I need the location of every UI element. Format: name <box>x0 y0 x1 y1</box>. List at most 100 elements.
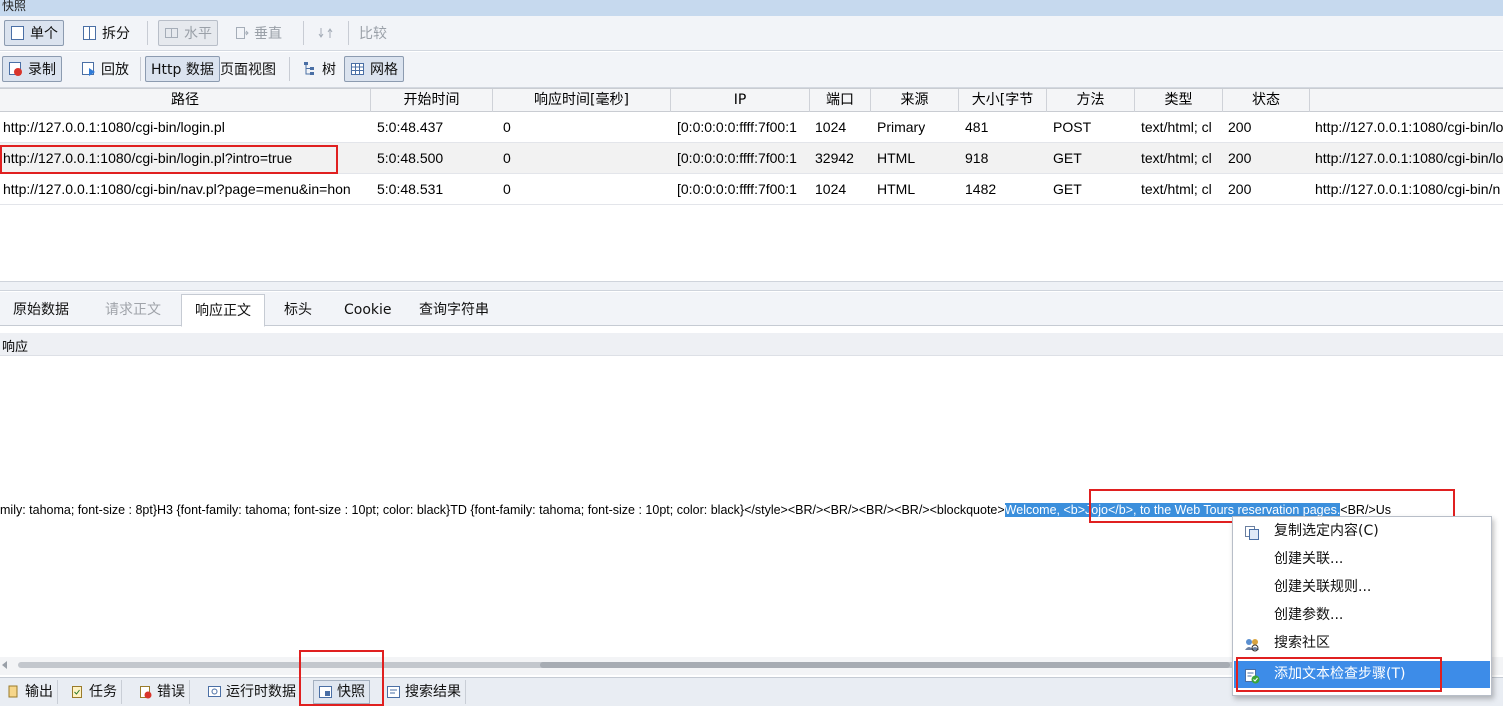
col-header-ip[interactable]: IP <box>671 89 810 112</box>
output-icon <box>6 684 21 700</box>
tab-headers[interactable]: 标头 <box>271 294 325 326</box>
cell-size: 481 <box>965 119 989 135</box>
cell-status: 200 <box>1228 150 1252 166</box>
cell-port: 32942 <box>815 150 854 166</box>
col-header-type[interactable]: 类型 <box>1135 89 1223 112</box>
single-pane-icon <box>10 25 25 41</box>
menu-item-create-correlation-rule[interactable]: 创建关联规则... <box>1234 574 1490 601</box>
cell-start-time: 5:0:48.437 <box>377 119 444 135</box>
bottom-tab-output[interactable]: 输出 <box>2 680 58 704</box>
tab-response-body[interactable]: 响应正文 <box>181 294 265 327</box>
split-view-button[interactable]: 拆分 <box>76 20 136 46</box>
col-header-method[interactable]: 方法 <box>1047 89 1135 112</box>
cell-referer: http://127.0.0.1:1080/cgi-bin/lo <box>1315 119 1503 135</box>
cell-type: text/html; cl <box>1141 150 1212 166</box>
scroll-left-arrow-icon[interactable] <box>2 661 7 669</box>
horizontal-label: 水平 <box>184 26 212 42</box>
cell-ip: [0:0:0:0:0:ffff:7f00:1 <box>677 119 797 135</box>
compare-icon-button[interactable] <box>312 20 339 46</box>
bottom-tab-errors[interactable]: 错误 <box>134 680 190 704</box>
response-section-label: 响应 <box>2 340 29 355</box>
menu-item-create-correlation[interactable]: 创建关联... <box>1234 546 1490 573</box>
horizontal-layout-icon <box>164 25 179 41</box>
col-header-response-time[interactable]: 响应时间[毫秒] <box>493 89 671 112</box>
tab-raw-data[interactable]: 原始数据 <box>0 294 82 326</box>
col-header-start-time[interactable]: 开始时间 <box>371 89 493 112</box>
bottom-tab-runtime-data-label: 运行时数据 <box>226 684 296 700</box>
window-title: 快照 <box>2 0 27 13</box>
bottom-tab-search-results-label: 搜索结果 <box>405 684 461 700</box>
http-data-button[interactable]: Http 数据 <box>145 56 220 82</box>
single-view-label: 单个 <box>30 26 58 42</box>
record-button[interactable]: 录制 <box>2 56 62 82</box>
menu-item-search-community-label: 搜索社区 <box>1274 635 1330 651</box>
cell-response-time: 0 <box>503 150 511 166</box>
single-view-button[interactable]: 单个 <box>4 20 64 46</box>
bottom-tab-tasks[interactable]: 任务 <box>66 680 122 704</box>
response-section-header: 响应 <box>0 333 1503 356</box>
tab-request-body[interactable]: 请求正文 <box>92 294 174 326</box>
bottom-tab-runtime-data[interactable]: 运行时数据 <box>203 680 301 704</box>
http-data-grid: 路径 开始时间 响应时间[毫秒] IP 端口 来源 大小[字节 方法 类型 状态… <box>0 88 1503 282</box>
vertical-layout-icon <box>234 25 249 41</box>
cell-port: 1024 <box>815 119 847 135</box>
splitter-grip-icon[interactable] <box>933 284 961 295</box>
col-header-source[interactable]: 来源 <box>871 89 959 112</box>
cell-port: 1024 <box>815 181 847 197</box>
annotation-box-snapshot-tab <box>299 650 384 706</box>
menu-item-search-community[interactable]: 搜索社区 <box>1234 630 1490 657</box>
col-header-referer[interactable] <box>1310 89 1503 112</box>
menu-item-create-parameter[interactable]: 创建参数... <box>1234 602 1490 629</box>
cell-type: text/html; cl <box>1141 181 1212 197</box>
tab-query-string[interactable]: 查询字符串 <box>406 294 502 326</box>
table-row[interactable]: http://127.0.0.1:1080/cgi-bin/login.pl 5… <box>0 112 1503 143</box>
bottom-tab-search-results[interactable]: 搜索结果 <box>382 680 466 704</box>
cell-method: GET <box>1053 150 1082 166</box>
cell-type: text/html; cl <box>1141 119 1212 135</box>
menu-item-create-parameter-label: 创建参数... <box>1274 607 1344 623</box>
cell-referer: http://127.0.0.1:1080/cgi-bin/lo <box>1315 150 1503 166</box>
page-view-button[interactable]: 页面视图 <box>214 56 282 82</box>
cell-size: 918 <box>965 150 989 166</box>
compare-button[interactable]: 比较 <box>353 20 393 46</box>
annotation-box-add-text-check <box>1236 657 1442 692</box>
record-label: 录制 <box>28 62 56 78</box>
replay-icon <box>81 61 96 77</box>
compare-arrows-icon <box>318 25 333 41</box>
menu-item-create-correlation-label: 创建关联... <box>1274 551 1344 567</box>
vertical-button[interactable]: 垂直 <box>228 20 288 46</box>
tree-label: 树 <box>322 62 336 78</box>
http-data-label: Http 数据 <box>151 62 214 78</box>
tasks-icon <box>70 684 85 700</box>
grid-header: 路径 开始时间 响应时间[毫秒] IP 端口 来源 大小[字节 方法 类型 状态 <box>0 88 1503 112</box>
bottom-tab-tasks-label: 任务 <box>89 684 117 700</box>
cell-source: HTML <box>877 150 916 166</box>
cell-status: 200 <box>1228 181 1252 197</box>
grid-label: 网格 <box>370 62 398 78</box>
pane-splitter[interactable] <box>0 281 1503 291</box>
cell-source: Primary <box>877 119 926 135</box>
grid-button[interactable]: 网格 <box>344 56 404 82</box>
cell-response-time: 0 <box>503 119 511 135</box>
table-row[interactable]: http://127.0.0.1:1080/cgi-bin/nav.pl?pag… <box>0 174 1503 205</box>
bottom-tab-output-label: 输出 <box>25 684 53 700</box>
col-header-status[interactable]: 状态 <box>1223 89 1310 112</box>
tree-icon <box>302 61 317 77</box>
page-view-label: 页面视图 <box>220 62 276 78</box>
tab-cookie[interactable]: Cookie <box>331 294 405 326</box>
copy-icon <box>1244 524 1260 540</box>
cell-path: http://127.0.0.1:1080/cgi-bin/login.pl <box>3 119 225 135</box>
view-toolbar: 单个 拆分 水平 垂直 比较 <box>0 16 1503 51</box>
scrollbar-thumb[interactable] <box>540 662 1230 668</box>
col-header-port[interactable]: 端口 <box>810 89 871 112</box>
replay-button[interactable]: 回放 <box>75 56 135 82</box>
col-header-size[interactable]: 大小[字节 <box>959 89 1047 112</box>
community-icon <box>1244 636 1260 652</box>
col-header-path[interactable]: 路径 <box>0 89 371 112</box>
tree-button[interactable]: 树 <box>296 56 342 82</box>
cell-source: HTML <box>877 181 916 197</box>
horizontal-button[interactable]: 水平 <box>158 20 218 46</box>
menu-item-copy-selection[interactable]: 复制选定内容(C) <box>1234 518 1490 545</box>
cell-method: POST <box>1053 119 1092 135</box>
cell-start-time: 5:0:48.531 <box>377 181 444 197</box>
